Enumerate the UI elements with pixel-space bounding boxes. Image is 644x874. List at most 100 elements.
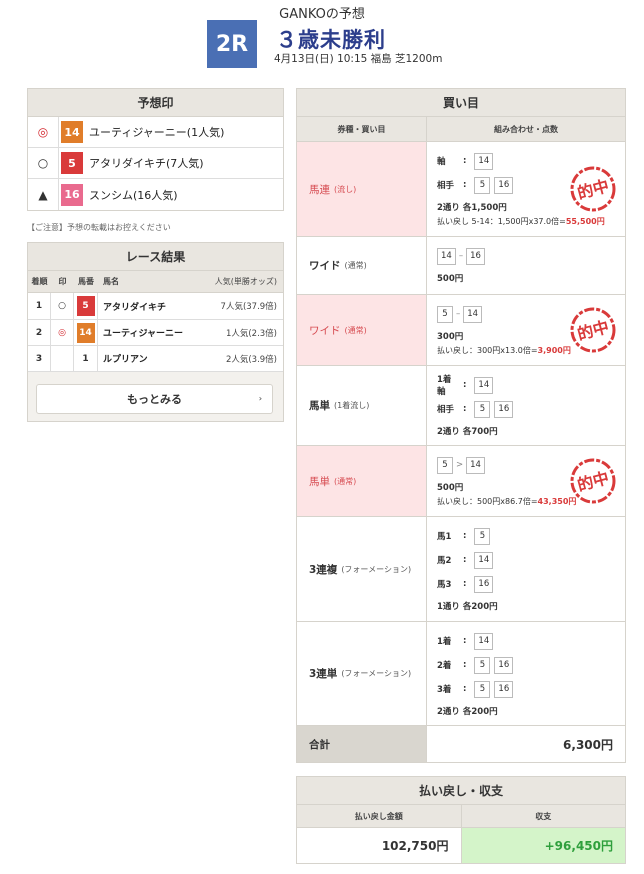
horse-popularity: (16人気) [133,188,178,202]
combo-line-label: 馬3 [437,580,452,590]
horse-number-box: 16 [494,176,514,194]
combo-line: 相手:5 16 [437,397,615,421]
horse-number-badge: 14 [76,322,95,343]
results-head-pop: 人気(単勝オッズ) [214,277,277,286]
bets-head-combo: 組み合わせ・点数 [494,124,558,134]
combo-line-label: 相手 [437,405,455,415]
combo-line-colon: : [463,156,467,166]
more-button-label: もっとみる [127,393,182,406]
result-position: 1 [28,293,51,319]
prediction-list: ◎ 14 ユーティジャーニー (1人気) ○ 5 アタリダイキチ (7人気) ▲ 16 スンシム (1… [28,116,283,210]
payout-calc: 払い戻し：500円x86.7倍= [437,497,538,506]
horse-number-badge: 14 [61,121,83,143]
horse-number-box: 14 [466,456,485,474]
summary-panel: 払い戻し・収支 払い戻し金額 収支 102,750円 +96,450円 [296,776,626,864]
combo-line: 1着軸:14 [437,373,615,397]
combo-line: 1着:14 [437,629,615,653]
bet-type-method: (1着流し) [334,401,370,410]
result-mark-icon: ◎ [51,320,74,345]
payout-value: 3,900円 [537,346,571,355]
horse-number-box: 5 [437,456,453,474]
horse-name: アタリダイキチ [89,157,166,170]
horse-number-box: 5 [474,680,491,698]
summary-payout: 102,750円 [297,828,462,863]
combo-line: 馬1:5 [437,524,615,548]
result-number-cell: 14 [74,320,98,345]
bet-row: ワイド (通常) 14–16 500円 [297,237,625,295]
horse-number-box: 5 [474,176,491,194]
bet-type-label: 馬単 (1着流し) [297,366,427,445]
table-row: 3 1 ルプリアン 2人気(3.9倍) [28,346,283,372]
pair-separator: – [458,251,464,261]
combo-line-colon: : [463,404,467,414]
combo-line-label: 軸 [437,157,446,167]
bet-type-name: ワイド [309,260,341,272]
combo-line-colon: : [463,180,467,190]
bet-amount: 2通り 各200円 [437,707,498,717]
prediction-mark-icon: ○ [28,147,59,179]
payout-value: 55,500円 [565,217,605,226]
prediction-title: 予想印 [28,89,283,117]
bet-type-method: (通常) [334,476,357,486]
bet-type-label: 馬連 (流し) [297,142,427,236]
horse-popularity: (1人気) [186,126,225,139]
bet-row: 3連複 (フォーメーション) 馬1:5 馬2:14 馬3:16 1通り 各200円 [297,517,625,622]
horse-name: スンシム [89,188,133,202]
combo-line-colon: : [463,636,467,646]
race-info: 4月13日(日) 10:15 福島 芝1200m [274,53,443,65]
horse-number-box: 5 [437,305,453,323]
result-number-cell: 5 [74,293,98,319]
bet-type-name: 馬連 [309,183,330,196]
bet-combination: 1着:14 2着:5 16 3着:5 16 2通り 各200円 [427,622,625,725]
horse-number-box: 5 [474,400,491,418]
result-horse-name: ユーティジャーニー [103,329,184,339]
summary-head-payout: 払い戻し金額 [297,805,462,827]
horse-number-box: 14 [474,632,494,650]
bet-amount: 1通り 各200円 [437,602,498,612]
horse-number-badge: 5 [76,296,95,316]
bet-type-name: ワイド [309,324,341,337]
prediction-mark-icon: ◎ [28,116,59,148]
combo-line: 3着:5 16 [437,677,615,701]
horse-name: ユーティジャーニー [89,126,187,139]
combo-line-colon: : [463,531,467,541]
hit-stamp-icon: 的中 [569,457,617,508]
horse-number-box: 14 [474,376,494,394]
bet-row: 馬単 (1着流し) 1着軸:14 相手:5 16 2通り 各700円 [297,366,625,446]
horse-number-box: 14 [437,247,456,265]
bet-payout: 払い戻し 5-14：1,500円x37.0倍=55,500円 [437,216,615,227]
bets-panel: 買い目 券種・買い目 組み合わせ・点数 馬連 (流し) 軸:14 相手:5 16 2通り … [296,88,626,763]
bet-combination: 馬1:5 馬2:14 馬3:16 1通り 各200円 [427,517,625,621]
horse-number-box: 16 [474,575,494,593]
horse-popularity: (7人気) [166,157,204,170]
bet-amount: 500円 [437,274,464,284]
summary-header: 払い戻し金額 収支 [297,805,625,828]
result-popularity: 2人気(3.9倍) [225,354,277,365]
bet-type-name: 馬単 [309,475,330,488]
prediction-panel: 予想印 ◎ 14 ユーティジャーニー (1人気) ○ 5 アタリダイキチ (7人気) ▲ 16 スン… [27,88,284,211]
bet-combination: 軸:14 相手:5 16 2通り 各1,500円 払い戻し 5-14：1,500円x37… [427,142,625,236]
horse-number-badge: 16 [61,183,83,206]
result-position: 3 [28,346,51,371]
bet-type-method: (フォーメーション) [341,669,412,678]
bet-type-method: (通常) [344,325,367,335]
summary-values: 102,750円 +96,450円 [297,828,625,863]
bet-type-name: 3連単 [309,668,338,680]
combo-line-label: 相手 [437,181,455,191]
horse-number-box: 5 [474,527,491,545]
combo-line: 馬2:14 [437,548,615,572]
combo-line: 14–16 [437,244,615,268]
bets-list: 馬連 (流し) 軸:14 相手:5 16 2通り 各1,500円 払い戻し 5-14：1,5… [297,142,625,726]
horse-number-box: 16 [466,247,485,265]
total-value: 6,300円 [563,737,613,752]
combo-line-label: 3着 [437,685,452,695]
result-horse-name: ルプリアン [103,355,148,365]
hit-stamp-text: 的中 [575,468,611,495]
combo-line-colon: : [463,579,467,589]
table-row: 2 ◎ 14 ユーティジャーニー 1人気(2.3倍) [28,320,283,346]
results-head-mark: 印 [58,277,67,286]
combo-line-label: 1着 [437,637,452,647]
results-head-pos: 着順 [31,277,48,286]
prediction-item: ○ 5 アタリダイキチ (7人気) [28,147,283,179]
more-button[interactable]: もっとみる › [36,384,273,414]
